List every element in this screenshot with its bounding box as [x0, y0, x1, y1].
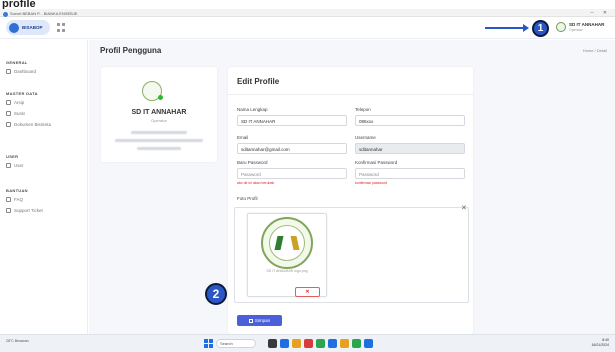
sidebar-item-label: FAQ [14, 197, 24, 202]
confirm-password-hint: konfirmasi password [355, 181, 387, 185]
sidebar-item-label: Dokumen Bisnisku [14, 122, 52, 127]
taskbar-apps [268, 339, 373, 348]
username-label: Username [355, 135, 376, 140]
sidebar-section-general: GENERAL [6, 60, 28, 65]
sidebar-item-label: Dashboard [14, 69, 37, 74]
school-logo-avatar [142, 81, 163, 101]
username-field[interactable]: sditannahar [355, 143, 465, 154]
annotation-arrow [485, 24, 529, 32]
sidebar-item-label: User [14, 163, 24, 168]
mail-icon [6, 111, 11, 116]
divider [228, 94, 473, 95]
taskbar-app-icon[interactable] [292, 339, 301, 348]
school-emblem-image [261, 217, 313, 269]
screenshot-caption: profile [0, 0, 615, 9]
home-icon [6, 69, 11, 74]
user-role: Operator [569, 28, 583, 32]
taskbar-app-icon[interactable] [352, 339, 361, 348]
profile-summary-card: SD IT ANNAHAR Operator [101, 67, 217, 162]
taskbar-app-icon[interactable] [268, 339, 277, 348]
annotation-marker-2: 2 [205, 283, 227, 305]
profile-role: Operator [151, 118, 167, 123]
redacted-text [131, 131, 187, 134]
weather-widget[interactable]: 28°C Berawan [6, 339, 29, 343]
remove-photo-button[interactable]: ✕ [295, 287, 320, 297]
page-title: Profil Pengguna [100, 46, 162, 55]
sidebar: GENERAL Dashboard MASTER DATA Arsip Sura… [0, 40, 88, 334]
sidebar-item-dokumen[interactable]: Dokumen Bisnisku [6, 122, 51, 127]
nama-lengkap-field[interactable]: SD IT ANNAHAR [237, 115, 347, 126]
baru-password-label: Baru Password [237, 160, 268, 165]
annotation-marker-1: 1 [532, 20, 549, 37]
sidebar-item-label: Surat [14, 111, 25, 116]
photo-filename: SD IT ANNAHAR logo.png [266, 269, 308, 273]
browser-titlebar: Survei BEBAN P... BIANKA ENSEBJE – ✕ [0, 9, 615, 17]
favicon-icon [3, 11, 8, 17]
app-logo[interactable]: BISABOP [6, 20, 50, 35]
menu-grid-icon[interactable] [57, 23, 66, 32]
redacted-text [137, 147, 181, 150]
email-label: Email [237, 135, 249, 140]
confirm-password-field[interactable]: Password [355, 168, 465, 179]
windows-start-icon[interactable] [204, 339, 213, 348]
sidebar-section-master-data: MASTER DATA [6, 91, 38, 96]
profile-name: SD IT ANNAHAR [131, 109, 187, 116]
save-icon [248, 318, 253, 323]
windows-taskbar: 28°C Berawan Search 8:40 16/01/2024 [0, 334, 615, 352]
breadcrumb[interactable]: Home / Detail [583, 48, 607, 53]
clock-date: 16/01/2024 [591, 343, 609, 347]
sidebar-section-bantuan: BANTUAN [6, 188, 28, 193]
nama-lengkap-label: Nama Lengkap [237, 107, 268, 112]
sidebar-item-user[interactable]: User [6, 163, 24, 168]
redacted-text [115, 139, 203, 142]
telepon-label: Telepon [355, 107, 371, 112]
help-icon [6, 197, 11, 202]
taskbar-search[interactable]: Search [216, 339, 256, 348]
sidebar-item-arsip[interactable]: Arsip [6, 100, 24, 105]
document-icon [6, 122, 11, 127]
logo-mark-icon [9, 22, 19, 33]
system-clock[interactable]: 8:40 16/01/2024 [591, 338, 609, 348]
taskbar-app-icon[interactable] [304, 339, 313, 348]
user-name[interactable]: SD IT ANNAHAR [569, 22, 604, 27]
folder-icon [6, 100, 11, 105]
sidebar-item-label: Support Ticket [14, 208, 43, 213]
taskbar-app-icon[interactable] [340, 339, 349, 348]
taskbar-app-icon[interactable] [280, 339, 289, 348]
new-password-hint: abc de ini akan berubah [237, 181, 275, 185]
telepon-field[interactable]: 085xxx [355, 115, 465, 126]
sidebar-item-faq[interactable]: FAQ [6, 197, 23, 202]
sidebar-section-user: USER [6, 154, 19, 159]
new-password-field[interactable]: Password [237, 168, 347, 179]
sidebar-item-dashboard[interactable]: Dashboard [6, 69, 36, 74]
taskbar-app-icon[interactable] [316, 339, 325, 348]
konfirmasi-password-label: Konfirmasi Password [355, 160, 398, 165]
edit-profile-title: Edit Profile [237, 77, 280, 86]
save-button-label: Simpan [254, 318, 271, 323]
save-button[interactable]: Simpan [237, 315, 282, 326]
user-avatar[interactable] [556, 22, 566, 32]
email-field[interactable]: sditannahar@gmail.com [237, 143, 347, 154]
logo-text: BISABOP [22, 25, 43, 30]
taskbar-app-icon[interactable] [328, 339, 337, 348]
taskbar-app-icon[interactable] [364, 339, 373, 348]
user-icon [6, 163, 11, 168]
ticket-icon [6, 208, 11, 213]
sidebar-item-surat[interactable]: Surat [6, 111, 25, 116]
photo-label: Foto Profil [237, 196, 258, 201]
window-controls[interactable]: – ✕ [591, 9, 611, 17]
sidebar-item-support-ticket[interactable]: Support Ticket [6, 208, 43, 213]
photo-close-icon[interactable]: ✕ [461, 204, 467, 212]
sidebar-item-label: Arsip [14, 100, 25, 105]
